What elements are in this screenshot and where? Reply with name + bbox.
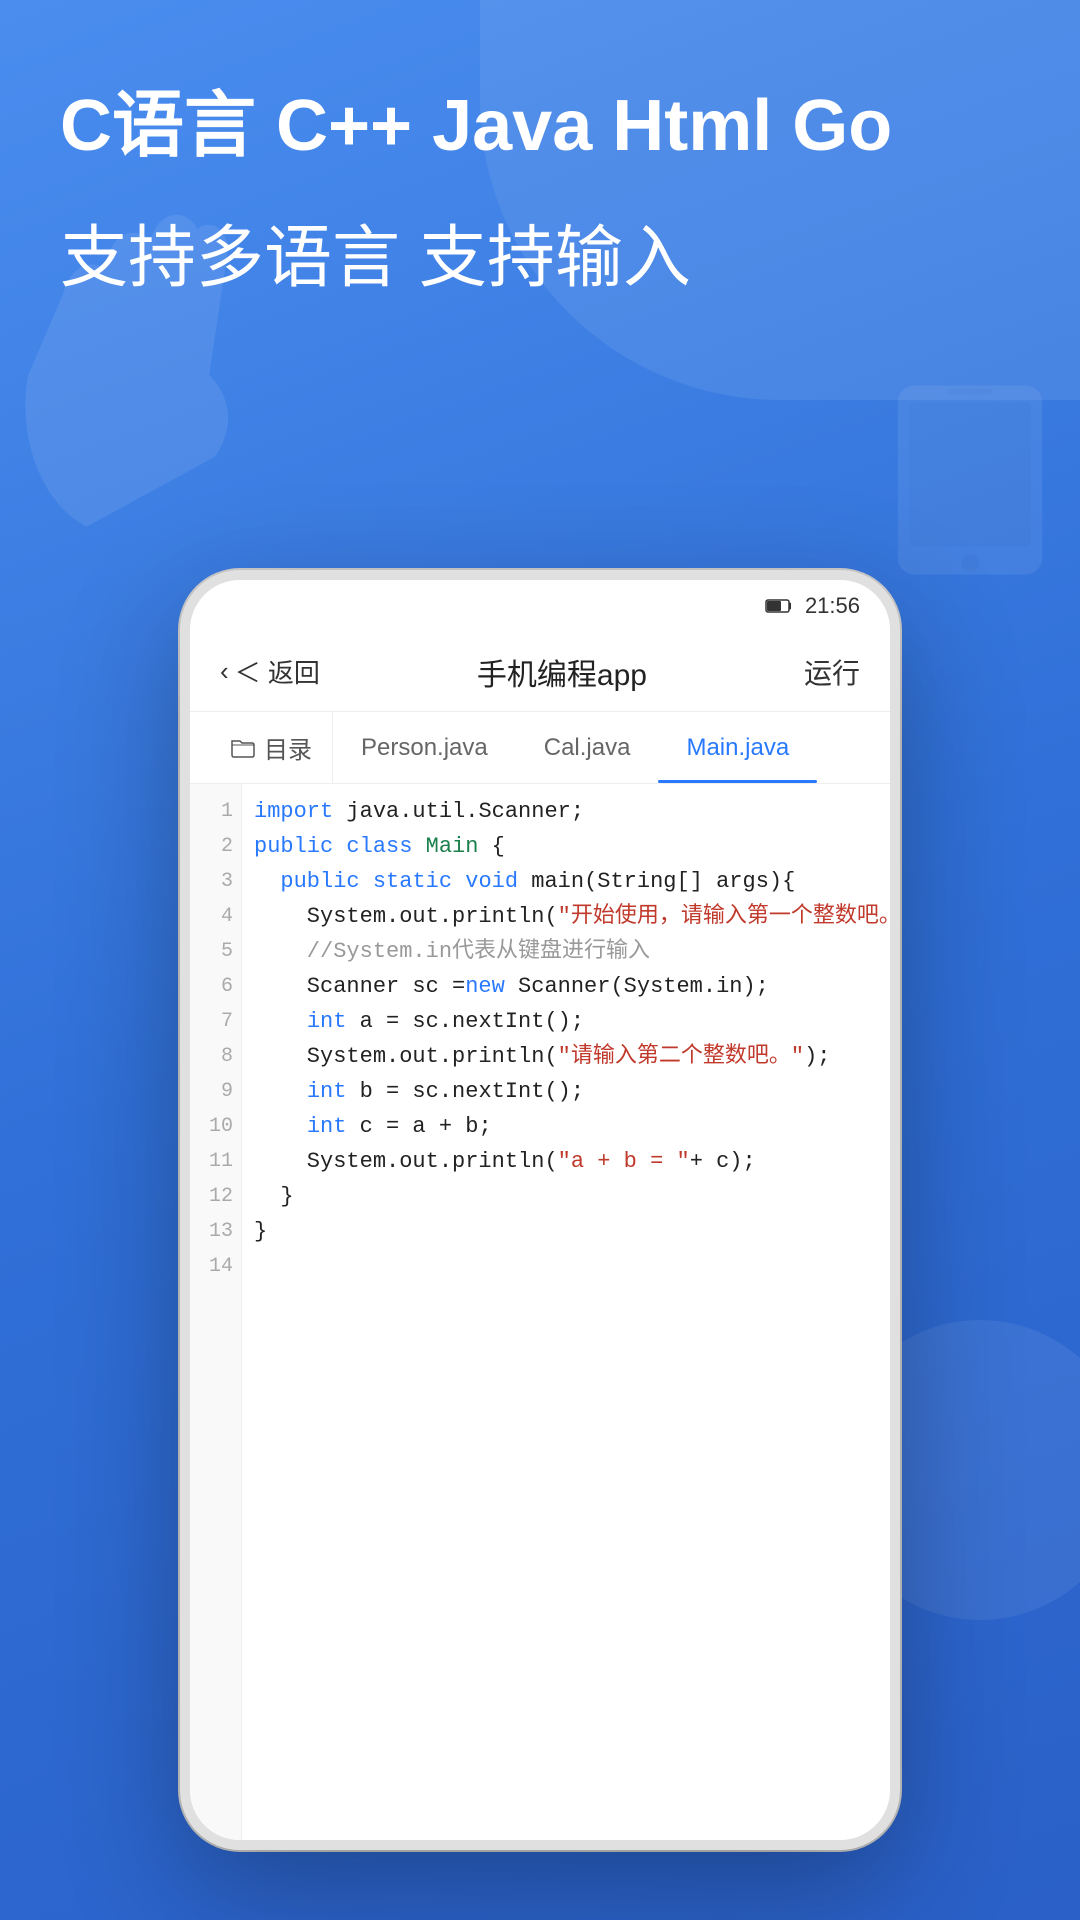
code-line-6: Scanner sc = new Scanner(System.in); [254,969,890,1004]
code-line-2: public class Main { [254,829,890,864]
code-line-5: //System.in代表从键盘进行输入 [254,934,890,969]
status-bar: 21:56 [190,580,890,632]
keyword-int-7: int [307,1004,347,1039]
line-num-11: 11 [190,1144,233,1179]
folder-label: 目录 [264,730,312,765]
keyword-int-10: int [307,1109,347,1144]
hero-subtitle: 支持多语言 支持输入 [60,214,1020,302]
line-num-10: 10 [190,1109,233,1144]
code-line-11: System.out.println("a + b = " + c); [254,1144,890,1179]
hero-section: C语言 C++ Java Html Go 支持多语言 支持输入 [60,80,1020,302]
line-num-1: 1 [190,794,233,829]
tab-main-java[interactable]: Main.java [658,712,817,783]
run-button[interactable]: 运行 [804,652,860,692]
code-line-7: int a = sc.nextInt(); [254,1004,890,1039]
code-line-1: import java.util.Scanner; [254,794,890,829]
tab-cal-java[interactable]: Cal.java [516,712,659,783]
code-line-9: int b = sc.nextInt(); [254,1074,890,1109]
line-num-8: 8 [190,1039,233,1074]
keyword-public-2: public [254,829,333,864]
classname-main: Main [426,829,479,864]
code-editor: 1 2 3 4 5 6 7 8 9 10 11 12 13 14 [190,784,890,1850]
line-num-2: 2 [190,829,233,864]
code-content[interactable]: import java.util.Scanner; public class M… [242,784,890,1850]
phone-frame: 21:56 ‹ ＜ 返回 手机编程app 运行 目录 Person.java [180,570,900,1850]
code-area[interactable]: 1 2 3 4 5 6 7 8 9 10 11 12 13 14 [190,784,890,1850]
status-time: 21:56 [805,593,860,619]
hero-title: C语言 C++ Java Html Go [60,80,1020,174]
code-line-12: } [254,1179,890,1214]
tab-person-java[interactable]: Person.java [333,712,516,783]
code-line-10: int c = a + b; [254,1109,890,1144]
line-num-13: 13 [190,1214,233,1249]
line-num-6: 6 [190,969,233,1004]
phone-mockup: 21:56 ‹ ＜ 返回 手机编程app 运行 目录 Person.java [180,570,900,1850]
line-num-4: 4 [190,899,233,934]
code-line-8: System.out.println("请输入第二个整数吧。"); [254,1039,890,1074]
back-label[interactable]: ＜ 返回 [235,653,320,690]
deco-device-icon [880,380,1060,580]
line-num-7: 7 [190,1004,233,1039]
code-line-3: public static void main(String[] args){ [254,864,890,899]
code-line-14 [254,1249,890,1284]
app-title: 手机编程app [477,650,647,694]
back-button[interactable]: ‹ ＜ 返回 [220,653,320,690]
back-chevron-icon: ‹ [220,656,229,687]
folder-tab[interactable]: 目录 [210,712,333,783]
keyword-class: class [346,829,412,864]
folder-icon [230,737,256,759]
line-num-9: 9 [190,1074,233,1109]
line-numbers: 1 2 3 4 5 6 7 8 9 10 11 12 13 14 [190,784,242,1850]
line-num-12: 12 [190,1179,233,1214]
keyword-int-9: int [307,1074,347,1109]
line-num-5: 5 [190,934,233,969]
keyword-import: import [254,794,333,829]
tab-bar: 目录 Person.java Cal.java Main.java [190,712,890,784]
battery-icon [765,598,793,614]
line-num-14: 14 [190,1249,233,1284]
line-num-3: 3 [190,864,233,899]
app-header: ‹ ＜ 返回 手机编程app 运行 [190,632,890,712]
code-line-4: System.out.println("开始使用，请输入第一个整数吧。"); [254,899,890,934]
code-line-13: } [254,1214,890,1249]
